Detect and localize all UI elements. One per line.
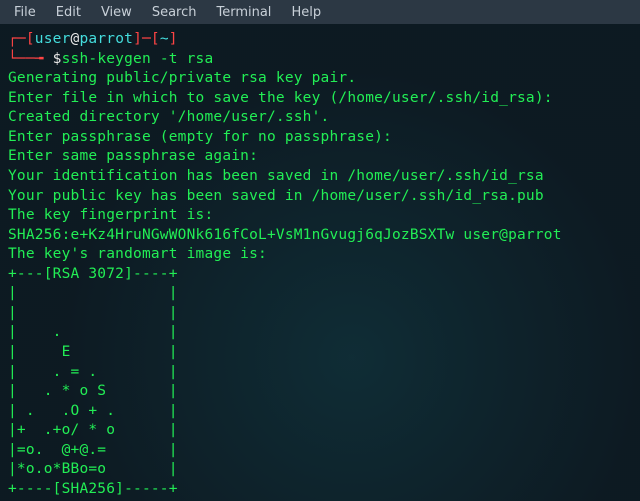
- output-line: The key's randomart image is:: [8, 245, 632, 265]
- randomart-line: +----[SHA256]-----+: [8, 480, 632, 500]
- output-line: Your identification has been saved in /h…: [8, 167, 632, 187]
- output-line: The key fingerprint is:: [8, 206, 632, 226]
- output-line: Created directory '/home/user/.ssh'.: [8, 108, 632, 128]
- command-text: ssh-keygen -t rsa: [62, 51, 214, 67]
- menubar: File Edit View Search Terminal Help: [0, 0, 640, 24]
- menu-view[interactable]: View: [93, 3, 140, 22]
- output-line: Enter file in which to save the key (/ho…: [8, 89, 632, 109]
- menu-edit[interactable]: Edit: [48, 3, 89, 22]
- randomart-line: |*o.o*BBo=o |: [8, 460, 632, 480]
- menu-help[interactable]: Help: [283, 3, 329, 22]
- menu-terminal[interactable]: Terminal: [208, 3, 279, 22]
- randomart-line: | . |: [8, 323, 632, 343]
- output-line: SHA256:e+Kz4HruNGwWONk616fCoL+VsM1nGvugj…: [8, 226, 632, 246]
- output-line: Generating public/private rsa key pair.: [8, 69, 632, 89]
- output-line: Enter same passphrase again:: [8, 147, 632, 167]
- randomart-line: | . = . |: [8, 363, 632, 383]
- prompt-line-2: └──╼ $ssh-keygen -t rsa: [8, 50, 632, 70]
- randomart-line: |+ .+o/ * o |: [8, 421, 632, 441]
- menu-file[interactable]: File: [6, 3, 44, 22]
- randomart-line: | . * o S |: [8, 382, 632, 402]
- output-line: Enter passphrase (empty for no passphras…: [8, 128, 632, 148]
- terminal-area[interactable]: ┌─[user@parrot]─[~]└──╼ $ssh-keygen -t r…: [0, 24, 640, 501]
- menu-search[interactable]: Search: [144, 3, 205, 22]
- output-line: Your public key has been saved in /home/…: [8, 187, 632, 207]
- randomart-line: | E |: [8, 343, 632, 363]
- randomart-line: | |: [8, 284, 632, 304]
- randomart-line: +---[RSA 3072]----+: [8, 265, 632, 285]
- randomart-line: | |: [8, 304, 632, 324]
- prompt-line-1: ┌─[user@parrot]─[~]: [8, 30, 632, 50]
- randomart-line: |=o. @+@.= |: [8, 441, 632, 461]
- randomart-line: | . .O + . |: [8, 402, 632, 422]
